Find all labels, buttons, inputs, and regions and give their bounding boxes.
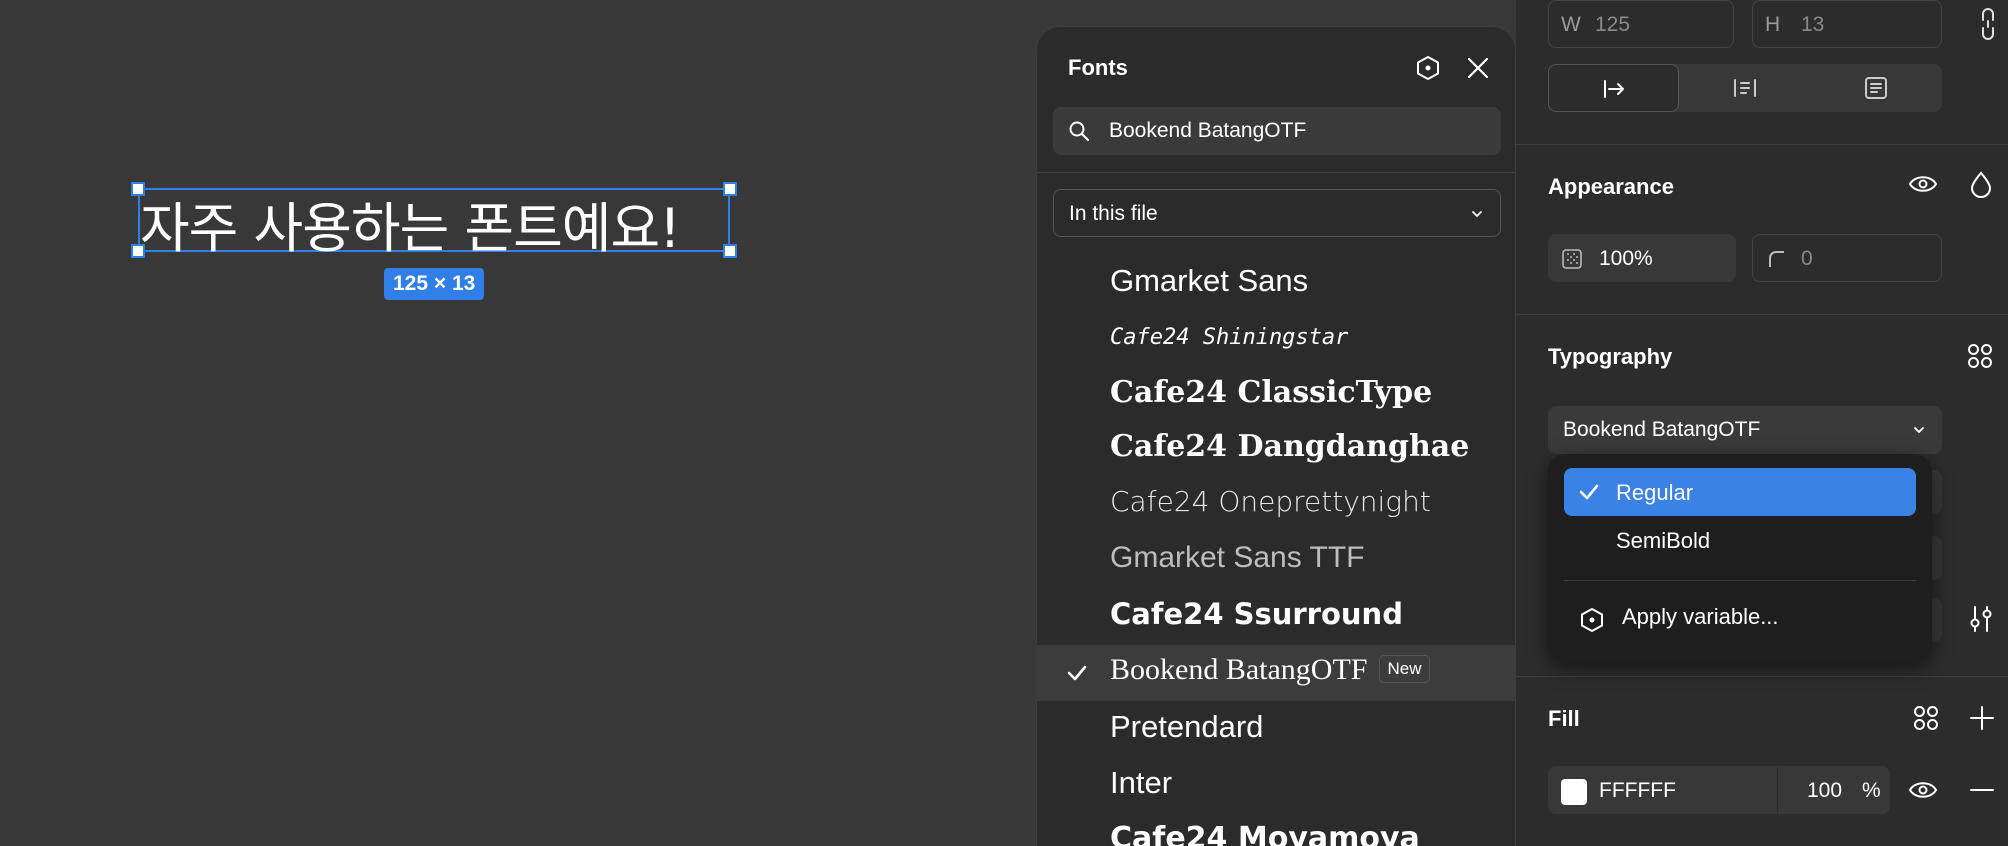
divider (1516, 676, 2008, 677)
font-item[interactable]: Inter (1037, 757, 1515, 813)
font-item-label: Pretendard (1110, 709, 1264, 744)
layer-opacity-field[interactable]: 100% (1548, 234, 1736, 282)
font-item[interactable]: Gmarket Sans TTF (1037, 533, 1515, 589)
fonts-panel: Fonts In this file Gmarket Sans Cafe24 S… (1036, 26, 1516, 846)
checkmark-icon (1067, 665, 1087, 681)
font-item-label: Cafe24 Ssurround (1110, 597, 1403, 631)
font-item[interactable]: Gmarket Sans (1037, 255, 1515, 311)
font-item-label-wrap: Bookend BatangOTF New (1110, 653, 1430, 687)
font-item-label: Cafe24 Dangdanghae (1110, 429, 1470, 464)
height-value: 13 (1801, 13, 1825, 36)
selected-text-layer[interactable]: 자주 사용하는 폰트예요! (138, 188, 730, 260)
dimension-badge: 125 × 13 (384, 268, 485, 300)
divider (1516, 144, 2008, 145)
field-divider (1777, 767, 1778, 815)
font-item-label: Cafe24 Oneprettynight (1110, 485, 1431, 518)
fonts-panel-title: Fonts (1068, 55, 1128, 80)
font-item[interactable]: Cafe24 Oneprettynight (1037, 477, 1515, 533)
variable-hexagon-icon[interactable] (1413, 53, 1443, 83)
appearance-title: Appearance (1548, 174, 1674, 199)
corner-radius-value: 0 (1801, 247, 1813, 270)
font-item-label: Gmarket Sans (1110, 263, 1309, 298)
font-item-label: Cafe24 Moyamoya (1110, 821, 1420, 846)
font-item-label: Bookend BatangOTF (1110, 653, 1368, 686)
opacity-grid-icon (1562, 249, 1582, 269)
divider (1037, 172, 1515, 173)
fixed-size-option[interactable] (1810, 64, 1941, 112)
type-settings-sliders-icon[interactable] (1968, 604, 1994, 634)
font-item-label: Inter (1110, 765, 1173, 800)
weight-option-label: Regular (1616, 480, 1694, 505)
font-item[interactable]: Cafe24 Moyamoya (1037, 813, 1515, 846)
weight-option-regular[interactable]: Regular (1564, 468, 1916, 516)
font-search-field[interactable] (1053, 107, 1501, 155)
fixed-size-icon (1865, 77, 1887, 99)
font-item[interactable]: Pretendard (1037, 701, 1515, 757)
fill-color-field[interactable]: FFFFFF 100 % (1548, 766, 1890, 815)
text-layer-content: 자주 사용하는 폰트예요! (140, 197, 681, 260)
font-item-label: Cafe24 Shiningstar (1110, 325, 1349, 350)
weight-option-semibold[interactable]: SemiBold (1564, 516, 1916, 564)
plus-icon[interactable] (1968, 704, 1996, 732)
checkmark-icon (1579, 484, 1599, 500)
styles-grid-icon[interactable] (1912, 704, 1940, 732)
menu-divider (1564, 580, 1916, 581)
color-swatch[interactable] (1561, 779, 1587, 805)
layer-opacity-value: 100% (1599, 247, 1653, 270)
fill-hex-value: FFFFFF (1599, 779, 1676, 802)
font-family-value: Bookend BatangOTF (1563, 418, 1761, 441)
text-resize-segmented-control (1548, 64, 1942, 112)
divider (1516, 314, 2008, 315)
font-filter-label: In this file (1069, 202, 1158, 225)
height-field[interactable]: H 13 (1752, 0, 1942, 48)
search-icon (1069, 121, 1089, 141)
apply-variable-item[interactable]: Apply variable... (1578, 604, 1779, 639)
eye-icon[interactable] (1908, 778, 1938, 802)
new-badge: New (1379, 655, 1430, 683)
font-item[interactable]: Cafe24 Dangdanghae (1037, 421, 1515, 477)
font-item[interactable]: Cafe24 Ssurround (1037, 589, 1515, 645)
font-item[interactable]: Cafe24 ClassicType (1037, 367, 1515, 423)
chevron-down-icon (1472, 211, 1482, 218)
font-item-label: Gmarket Sans TTF (1110, 541, 1365, 574)
auto-width-option[interactable] (1548, 64, 1679, 112)
weight-option-label: SemiBold (1616, 528, 1711, 553)
resize-handle-bottom-left[interactable] (131, 244, 145, 258)
font-family-dropdown[interactable]: Bookend BatangOTF (1548, 406, 1942, 454)
font-filter-select[interactable]: In this file (1053, 189, 1501, 237)
eye-icon[interactable] (1908, 172, 1938, 196)
close-icon[interactable] (1463, 53, 1493, 83)
font-weight-menu: Regular SemiBold Apply variable... (1548, 454, 1932, 662)
auto-height-option[interactable] (1679, 64, 1810, 112)
width-label: W (1561, 13, 1581, 36)
corner-radius-field[interactable]: 0 (1752, 234, 1942, 282)
width-field[interactable]: W 125 (1548, 0, 1734, 48)
auto-width-icon (1604, 80, 1624, 98)
width-value: 125 (1595, 13, 1631, 36)
fill-opacity-unit: % (1862, 779, 1881, 802)
resize-handle-bottom-right[interactable] (723, 244, 737, 258)
fill-title: Fill (1548, 706, 1580, 731)
chevron-down-icon (1914, 427, 1924, 434)
font-item-selected[interactable]: Bookend BatangOTF New (1037, 645, 1515, 701)
auto-height-icon (1734, 79, 1756, 97)
minus-icon[interactable] (1968, 776, 1996, 804)
variable-hexagon-icon (1581, 607, 1603, 633)
font-item[interactable]: Cafe24 Shiningstar (1037, 311, 1515, 367)
blend-drop-icon[interactable] (1968, 170, 1994, 198)
font-search-input[interactable] (1109, 115, 1489, 147)
resize-handle-top-left[interactable] (131, 182, 145, 196)
height-label: H (1765, 13, 1781, 36)
font-item-label: Cafe24 ClassicType (1110, 375, 1433, 410)
typography-title: Typography (1548, 344, 1673, 369)
styles-grid-icon[interactable] (1966, 342, 1994, 370)
properties-panel: W 125 H 13 Appearance 100% 0 Typography … (1516, 0, 2008, 846)
constrain-proportions-icon[interactable] (1978, 6, 1998, 42)
apply-variable-label: Apply variable... (1622, 604, 1779, 629)
corner-radius-icon (1769, 251, 1784, 267)
fill-opacity-value: 100 (1807, 779, 1843, 802)
resize-handle-top-right[interactable] (723, 182, 737, 196)
